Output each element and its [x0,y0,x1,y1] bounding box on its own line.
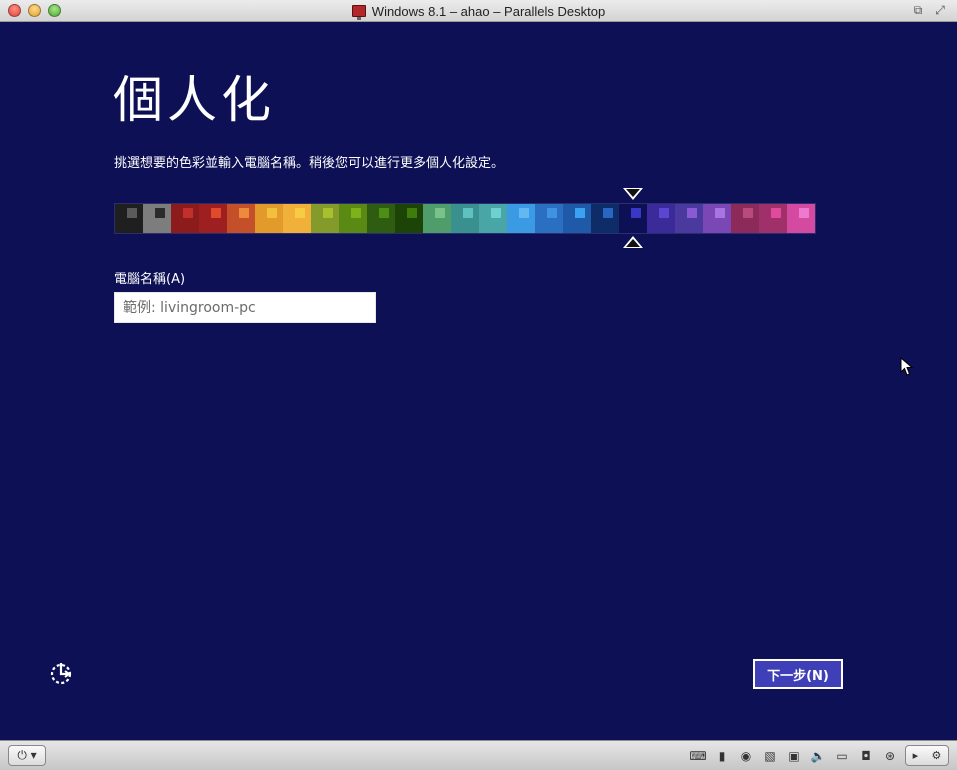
color-swatch[interactable] [479,204,507,233]
mouse-cursor-icon [900,357,914,376]
color-swatch[interactable] [255,204,283,233]
coherence-mode-icon[interactable]: ⧉ [911,3,925,17]
color-swatch-accent [211,208,221,218]
color-swatch-accent [435,208,445,218]
color-swatch[interactable] [451,204,479,233]
color-swatch-accent [799,208,809,218]
color-swatch[interactable] [311,204,339,233]
cd-dvd-icon[interactable]: ◉ [737,747,755,765]
sound-icon[interactable]: 🔈 [809,747,827,765]
vm-config-button[interactable]: ▸ ⚙ [905,745,949,766]
next-button[interactable]: 下一步(N) [753,659,843,689]
color-swatch[interactable] [283,204,311,233]
color-swatch[interactable] [115,204,143,233]
color-swatch-accent [771,208,781,218]
vm-screen: 個人化 挑選想要的色彩並輸入電腦名稱。稍後您可以進行更多個人化設定。 電腦名稱(… [0,22,957,740]
color-swatch[interactable] [591,204,619,233]
color-swatch-accent [239,208,249,218]
color-swatch-accent [687,208,697,218]
window-title-group: Windows 8.1 – ahao – Parallels Desktop [0,0,957,22]
color-swatch[interactable] [563,204,591,233]
color-swatch-accent [743,208,753,218]
pc-name-label: 電腦名稱(A) [114,272,186,287]
color-swatch-accent [519,208,529,218]
color-swatch[interactable] [171,204,199,233]
color-swatch[interactable] [199,204,227,233]
color-swatch-accent [547,208,557,218]
power-menu-button[interactable]: ⏻ ▾ [8,745,46,766]
color-swatch[interactable] [507,204,535,233]
color-swatch[interactable] [143,204,171,233]
color-swatch[interactable] [227,204,255,233]
color-swatch[interactable] [675,204,703,233]
color-swatch-accent [631,208,641,218]
color-swatch[interactable] [535,204,563,233]
parallels-statusbar: ⏻ ▾ ⌨ ▮ ◉ ▧ ▣ 🔈 ▭ ◘ ⊛ ▸ ⚙ [0,740,957,770]
color-swatch[interactable] [339,204,367,233]
color-swatch-accent [379,208,389,218]
color-swatch-accent [351,208,361,218]
monitor-icon [351,5,366,20]
color-swatch-accent [463,208,473,218]
keyboard-icon[interactable]: ⌨ [689,747,707,765]
color-swatch-accent [715,208,725,218]
page-description: 挑選想要的色彩並輸入電腦名稱。稍後您可以進行更多個人化設定。 [114,156,505,171]
color-swatch-accent [155,208,165,218]
mouse-icon[interactable]: ▮ [713,747,731,765]
fullscreen-icon[interactable]: ⤢ [933,3,947,17]
window-titlebar: Windows 8.1 – ahao – Parallels Desktop ⧉… [0,0,957,22]
network-icon[interactable]: ⊛ [881,747,899,765]
color-swatch-accent [491,208,501,218]
palette-selection-marker-top [623,188,643,200]
color-swatch[interactable] [787,204,815,233]
color-swatch[interactable] [619,204,647,233]
color-swatch[interactable] [395,204,423,233]
color-swatch-accent [183,208,193,218]
color-swatch-accent [323,208,333,218]
titlebar-controls: ⧉ ⤢ [911,3,947,17]
color-swatch[interactable] [367,204,395,233]
color-swatch-accent [603,208,613,218]
ease-of-access-icon[interactable] [48,660,74,686]
color-swatch[interactable] [731,204,759,233]
color-swatch-accent [267,208,277,218]
shared-folders-icon[interactable]: ▧ [761,747,779,765]
hard-disk-icon[interactable]: ▭ [833,747,851,765]
page-title: 個人化 [113,71,275,129]
gear-icon: ⚙ [931,749,942,762]
floppy-disk-icon[interactable]: ▣ [785,747,803,765]
color-swatch-accent [295,208,305,218]
pc-name-input[interactable] [114,292,376,323]
color-swatch-accent [407,208,417,218]
camera-icon[interactable]: ◘ [857,747,875,765]
color-swatch[interactable] [647,204,675,233]
color-swatch[interactable] [759,204,787,233]
color-swatch[interactable] [423,204,451,233]
color-swatch-accent [659,208,669,218]
color-palette [114,203,816,234]
window-title: Windows 8.1 – ahao – Parallels Desktop [371,3,606,19]
color-swatch-accent [127,208,137,218]
color-swatch-accent [575,208,585,218]
device-tray: ⌨ ▮ ◉ ▧ ▣ 🔈 ▭ ◘ ⊛ ▸ ⚙ [689,745,949,766]
play-icon: ▸ [912,749,919,762]
color-swatch[interactable] [703,204,731,233]
palette-selection-marker-bottom[interactable] [623,236,643,248]
